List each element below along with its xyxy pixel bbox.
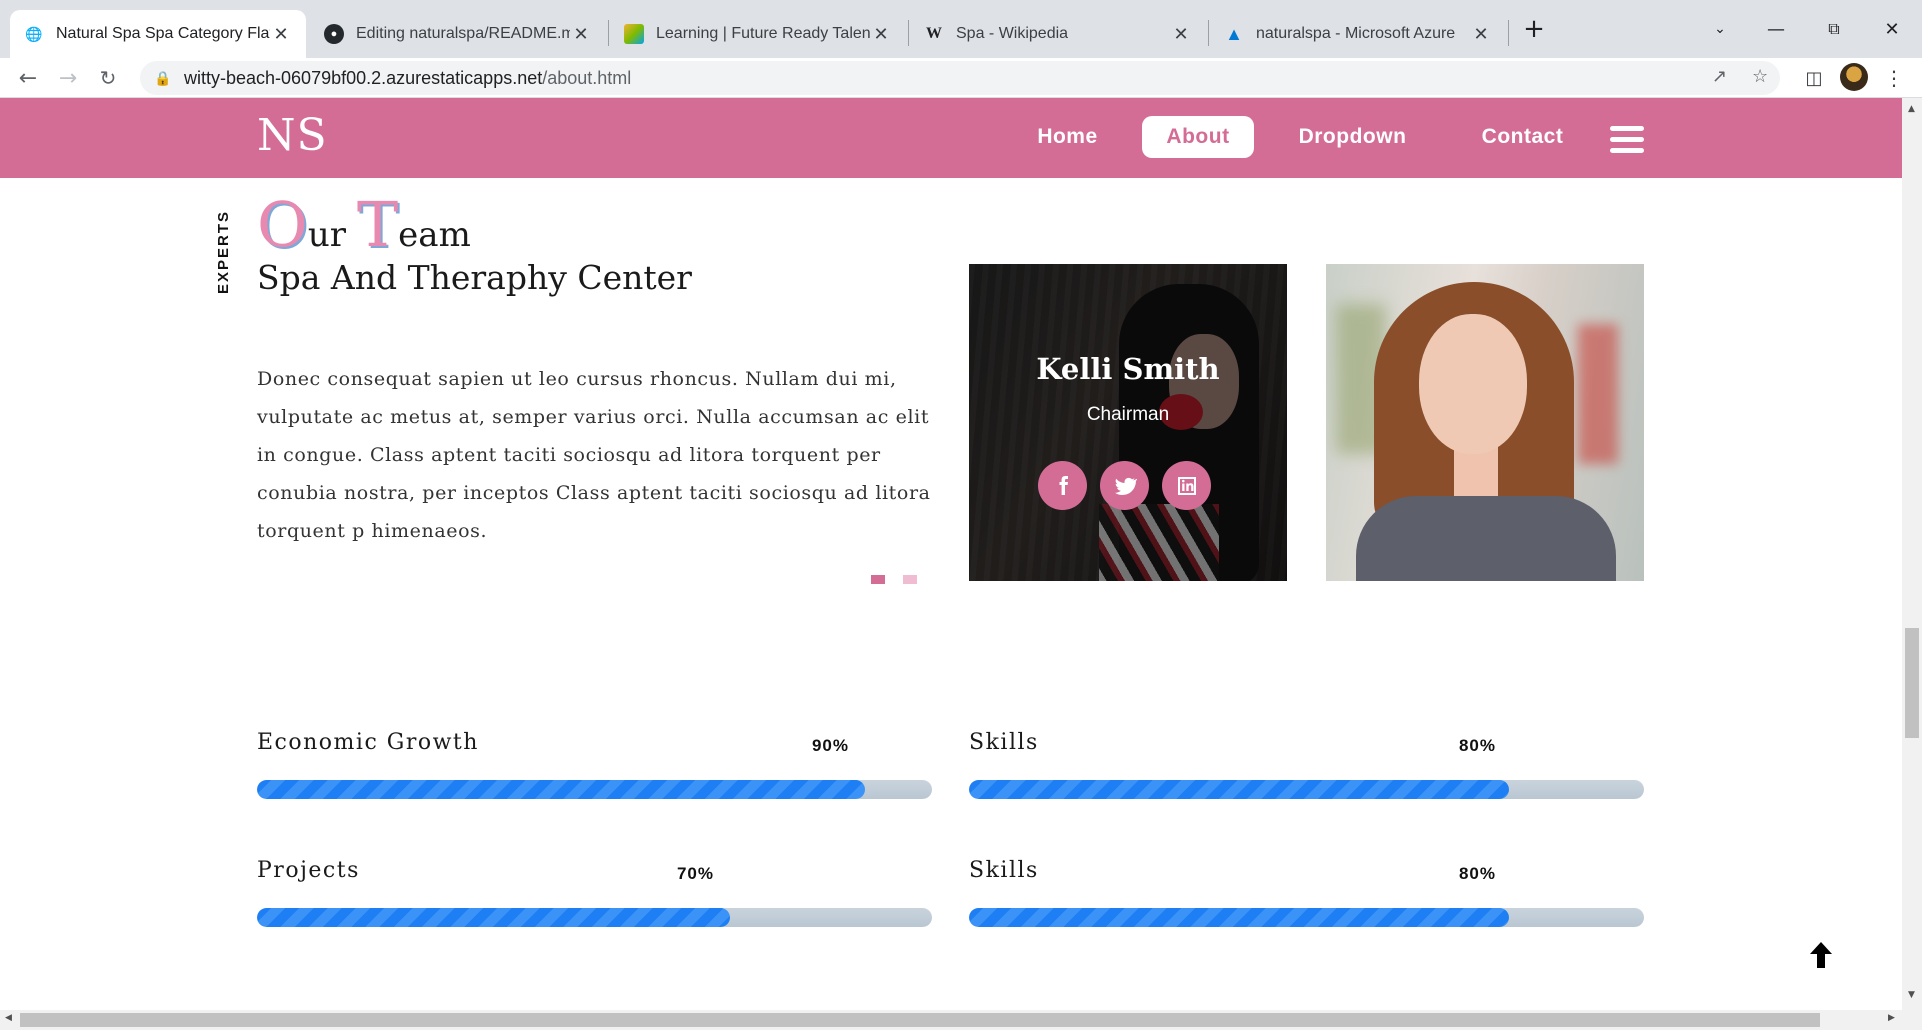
close-icon[interactable]: ✕ [1170,24,1192,45]
scroll-up-arrow-icon[interactable]: ▲ [1908,104,1915,114]
linkedin-icon[interactable] [1162,461,1211,510]
nav-home[interactable]: Home [1030,116,1105,158]
tab-title: Editing naturalspa/README.md a [356,25,570,42]
progress-fill [257,908,730,927]
progress-percent: 70% [676,864,714,883]
scroll-left-arrow-icon[interactable]: ◀ [5,1013,12,1023]
vertical-scrollbar[interactable]: ▲ ▼ [1902,98,1922,1010]
tab-natural-spa[interactable]: 🌐 Natural Spa Spa Category Flat Bo ✕ [10,10,306,58]
scroll-to-top-arrow-icon[interactable] [1808,940,1834,970]
scroll-right-arrow-icon[interactable]: ▶ [1888,1013,1895,1023]
card-photo-face [1419,314,1527,454]
facebook-icon[interactable] [1038,461,1087,510]
progress-label: Skills [969,858,1039,883]
team-member-card[interactable]: Kelli Smith Chairman [969,264,1287,581]
progress-label: Economic Growth [257,730,479,755]
tab-search-chevron-icon[interactable]: ⌄ [1692,10,1748,48]
team-member-card-photo[interactable] [1326,264,1644,581]
share-icon[interactable]: ↗ [1712,66,1727,87]
url-path: /about.html [542,67,632,88]
back-arrow-icon[interactable]: ← [12,62,44,94]
title-letter-t: T [356,188,399,261]
progress-fill [969,780,1509,799]
twitter-icon[interactable] [1100,461,1149,510]
azure-icon: ▲ [1225,23,1243,44]
menu-kebab-icon[interactable]: ⋮ [1880,64,1908,92]
progress-bar [257,780,932,799]
progress-fill [969,908,1509,927]
window-close-icon[interactable]: ✕ [1864,10,1920,48]
url-host: witty-beach-06079bf00.2.azurestaticapps.… [184,67,543,88]
lock-icon: 🔒 [154,69,172,86]
team-subtitle: Spa And Theraphy Center [257,258,692,297]
tab-separator [608,20,609,46]
member-name: Kelli Smith [1036,352,1220,386]
progress-bar [969,780,1644,799]
nav-dropdown[interactable]: Dropdown [1290,116,1415,158]
tab-wikipedia[interactable]: W Spa - Wikipedia ✕ [910,10,1206,58]
new-tab-plus-icon[interactable]: + [1504,10,1564,48]
tab-learning[interactable]: Learning | Future Ready Talent ✕ [610,10,906,58]
experts-vertical-label: EXPERTS [215,210,232,295]
site-logo[interactable]: NS [257,110,328,161]
progress-label: Skills [969,730,1039,755]
vertical-scroll-thumb[interactable] [1905,628,1919,738]
title-part-eam: eam [398,215,471,255]
site-navbar: NS Home About Dropdown Contact [0,98,1902,178]
progress-label: Projects [257,858,360,883]
bookmark-star-icon[interactable]: ☆ [1752,66,1768,87]
team-title: Our Team [257,194,471,256]
profile-avatar[interactable] [1840,63,1868,91]
tab-separator [1208,20,1209,46]
progress-percent: 80% [1458,864,1496,883]
tab-title: Learning | Future Ready Talent [656,25,870,42]
wikipedia-icon: W [926,25,942,42]
horizontal-scrollbar[interactable]: ◀ ▶ [0,1010,1922,1030]
forward-arrow-icon[interactable]: → [52,62,84,94]
carousel-dot[interactable] [903,575,917,584]
close-icon[interactable]: ✕ [870,24,892,45]
tab-separator [908,20,909,46]
nav-about[interactable]: About [1142,116,1254,158]
progress-bar [257,908,932,927]
side-panel-icon[interactable]: ◫ [1800,64,1828,92]
globe-icon: 🌐 [25,25,43,42]
address-toolbar: ← → ↻ 🔒 witty-beach-06079bf00.2.azuresta… [0,58,1922,98]
hamburger-menu-icon[interactable] [1610,126,1644,154]
progress-percent: 80% [1458,736,1496,755]
tab-title: naturalspa - Microsoft Azure [1256,25,1456,42]
reload-icon[interactable]: ↻ [92,62,124,94]
learning-icon [624,24,644,44]
title-letter-o: O [257,188,308,261]
tab-azure[interactable]: ▲ naturalspa - Microsoft Azure ✕ [1210,10,1506,58]
close-icon[interactable]: ✕ [570,24,592,45]
card-photo-shirt [1356,496,1616,581]
minimize-icon[interactable]: — [1748,10,1804,48]
member-role: Chairman [1086,404,1170,425]
team-description: Donec consequat sapien ut leo cursus rho… [257,368,931,542]
tab-title: Natural Spa Spa Category Flat Bo [56,25,270,42]
close-icon[interactable]: ✕ [1470,24,1492,45]
title-part-ur: ur [307,215,357,255]
close-icon[interactable]: ✕ [270,24,292,45]
tab-title: Spa - Wikipedia [956,25,1069,42]
restore-icon[interactable]: ⧉ [1806,10,1862,48]
tab-github[interactable]: ● Editing naturalspa/README.md a ✕ [310,10,606,58]
nav-contact[interactable]: Contact [1470,116,1575,158]
progress-bar [969,908,1644,927]
page-viewport: NS Home About Dropdown Contact EXPERTS O… [0,98,1902,1010]
github-icon: ● [324,24,344,44]
progress-percent: 90% [811,736,849,755]
scroll-down-arrow-icon[interactable]: ▼ [1908,990,1915,1000]
address-bar[interactable]: 🔒 witty-beach-06079bf00.2.azurestaticapp… [140,61,1780,95]
carousel-dot-active[interactable] [871,575,885,584]
card-photo-background-blur [1578,324,1618,464]
horizontal-scroll-thumb[interactable] [20,1013,1820,1027]
browser-tab-bar: 🌐 Natural Spa Spa Category Flat Bo ✕ ● E… [0,0,1922,58]
progress-fill [257,780,865,799]
